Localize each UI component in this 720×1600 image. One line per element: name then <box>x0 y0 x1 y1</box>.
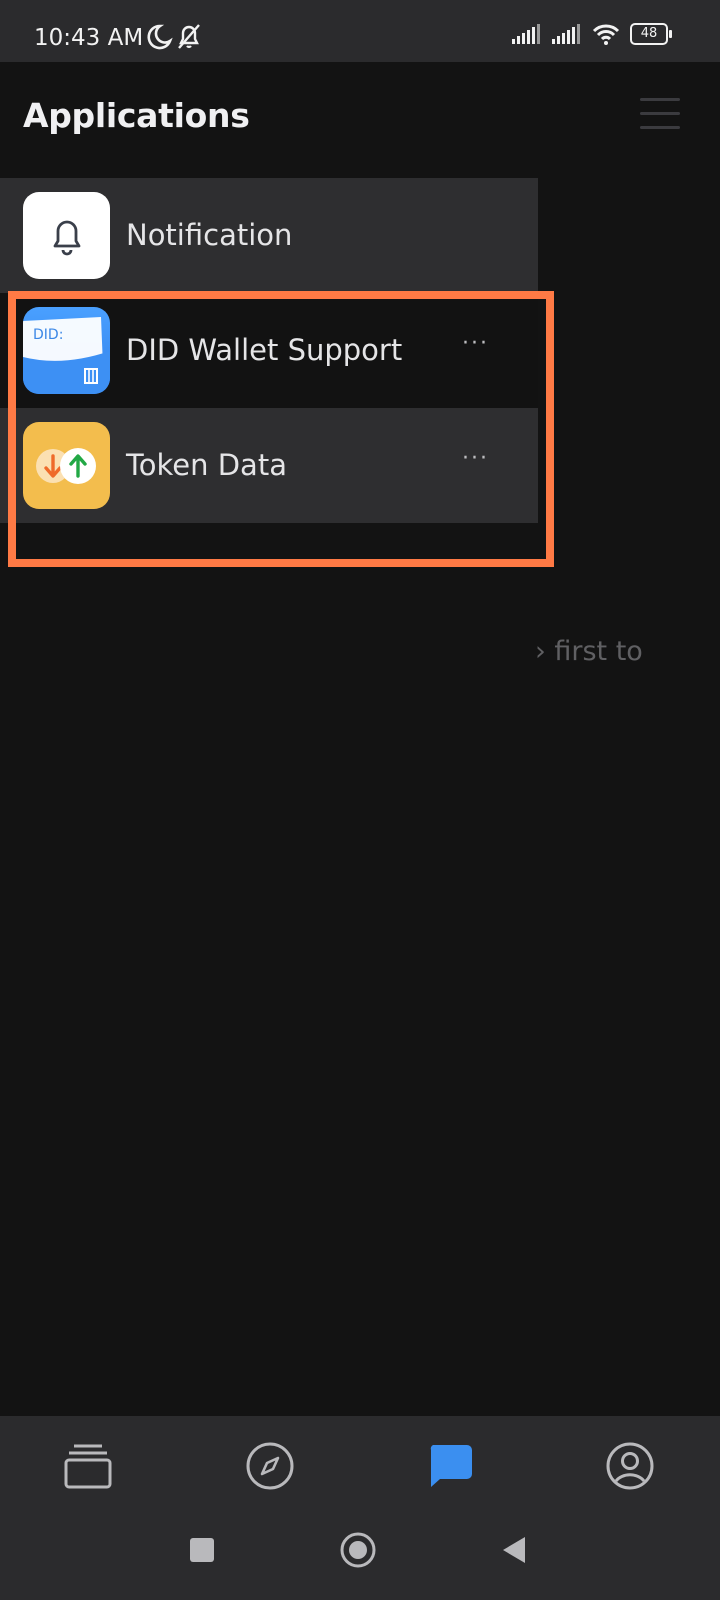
recents-square-icon[interactable] <box>180 1528 224 1572</box>
bottom-nav <box>0 1416 720 1600</box>
chat-icon[interactable] <box>422 1438 478 1494</box>
status-bar: 10:43 AM 48 <box>0 0 720 62</box>
page-title: Applications <box>23 96 250 135</box>
app-row-notification[interactable]: Notification <box>0 178 538 293</box>
signal-icon <box>552 24 580 44</box>
hint-text: › first to <box>535 636 643 667</box>
signal-icon <box>512 24 540 44</box>
bell-icon <box>23 192 110 279</box>
status-right-icons: 48 <box>512 23 672 45</box>
status-left-icons <box>146 22 206 56</box>
battery-icon: 48 <box>630 23 672 45</box>
bell-off-icon <box>178 24 200 49</box>
compass-icon[interactable] <box>242 1438 298 1494</box>
wallet-cards-icon[interactable] <box>60 1438 116 1494</box>
app-label-notification: Notification <box>126 218 293 252</box>
highlight-box <box>8 291 554 567</box>
home-circle-icon[interactable] <box>336 1528 380 1572</box>
back-triangle-icon[interactable] <box>492 1528 536 1572</box>
hamburger-icon[interactable] <box>640 98 680 132</box>
status-time: 10:43 AM <box>34 25 144 51</box>
wifi-icon <box>592 24 620 45</box>
profile-icon[interactable] <box>602 1438 658 1494</box>
moon-icon <box>147 24 173 50</box>
